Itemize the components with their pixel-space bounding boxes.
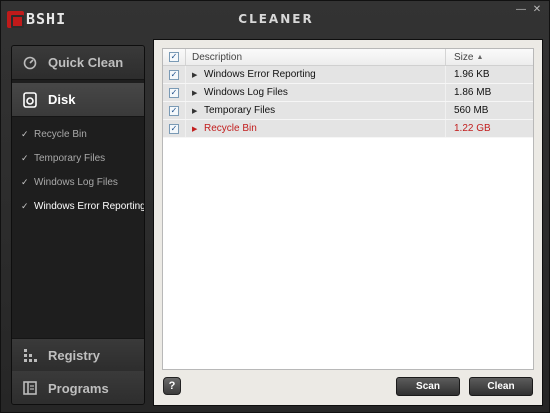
table-row[interactable]: ✓ ▶ Temporary Files 560 MB	[163, 102, 533, 120]
row-checkbox-cell: ✓	[163, 69, 185, 80]
main-panel: ✓ Description Size ▲ ✓ ▶ Windows Error R…	[153, 39, 543, 406]
disk-item-label: Recycle Bin	[34, 128, 87, 140]
column-description-label: Description	[192, 51, 243, 63]
sort-ascending-icon: ▲	[476, 53, 484, 61]
nav-label: Quick Clean	[48, 55, 124, 70]
nav-label: Programs	[48, 380, 109, 396]
scan-button[interactable]: Scan	[396, 377, 460, 396]
app-window: BSHI CLEANER — ✕ Quick Clean Disk ✓ Recy…	[0, 0, 550, 413]
column-size[interactable]: Size ▲	[445, 49, 533, 65]
row-checkbox-cell: ✓	[163, 105, 185, 116]
row-checkbox-cell: ✓	[163, 123, 185, 134]
select-all-checkbox[interactable]: ✓	[169, 52, 179, 62]
expand-arrow-icon[interactable]: ▶	[192, 71, 204, 79]
table-row[interactable]: ✓ ▶ Windows Log Files 1.86 MB	[163, 84, 533, 102]
clean-button[interactable]: Clean	[469, 377, 533, 396]
disk-item-temporary-files[interactable]: ✓ Temporary Files	[12, 146, 144, 170]
row-checkbox[interactable]: ✓	[169, 69, 179, 80]
row-checkbox[interactable]: ✓	[169, 105, 179, 116]
minimize-icon[interactable]: —	[515, 5, 527, 15]
row-size-cell: 1.22 GB	[445, 120, 533, 137]
check-icon: ✓	[21, 128, 29, 139]
disk-icon	[22, 91, 38, 108]
table-header: ✓ Description Size ▲	[163, 49, 533, 66]
disk-item-label: Temporary Files	[34, 152, 106, 164]
close-icon[interactable]: ✕	[531, 5, 543, 15]
title-bar[interactable]: BSHI CLEANER — ✕	[1, 1, 550, 37]
column-size-label: Size	[454, 51, 474, 63]
row-checkbox[interactable]: ✓	[169, 123, 179, 134]
select-all-cell: ✓	[163, 52, 185, 62]
nav-registry[interactable]: Registry	[12, 338, 144, 372]
row-description: Windows Error Reporting	[204, 69, 316, 80]
row-size: 1.86 MB	[454, 87, 492, 98]
disk-item-windows-log-files[interactable]: ✓ Windows Log Files	[12, 170, 144, 194]
row-size: 560 MB	[454, 105, 489, 116]
disk-item-windows-error-reporting[interactable]: ✓ Windows Error Reporting	[12, 194, 145, 218]
check-icon: ✓	[21, 176, 29, 187]
programs-icon	[22, 380, 38, 396]
nav-quick-clean[interactable]: Quick Clean	[12, 46, 144, 80]
row-checkbox-cell: ✓	[163, 87, 185, 98]
row-size-cell: 1.86 MB	[445, 84, 533, 101]
expand-arrow-icon[interactable]: ▶	[192, 89, 204, 97]
window-controls: — ✕	[515, 5, 543, 15]
nav-label: Registry	[48, 347, 101, 363]
disk-item-label: Windows Error Reporting	[34, 200, 145, 212]
expand-arrow-icon[interactable]: ▶	[192, 107, 204, 115]
disk-item-label: Windows Log Files	[34, 176, 118, 188]
nav-disk[interactable]: Disk	[12, 83, 144, 117]
row-checkbox[interactable]: ✓	[169, 87, 179, 98]
sidebar: Quick Clean Disk ✓ Recycle Bin ✓ Tempora…	[11, 45, 145, 405]
row-description-cell: ▶ Windows Log Files	[185, 84, 445, 101]
disk-subitems: ✓ Recycle Bin ✓ Temporary Files ✓ Window…	[12, 122, 145, 218]
table-row[interactable]: ✓ ▶ Recycle Bin 1.22 GB	[163, 120, 533, 138]
check-icon: ✓	[21, 152, 29, 163]
nav-programs[interactable]: Programs	[12, 371, 144, 404]
row-size: 1.96 KB	[454, 69, 490, 80]
row-size: 1.22 GB	[454, 123, 491, 134]
row-size-cell: 1.96 KB	[445, 66, 533, 83]
column-description[interactable]: Description	[185, 49, 445, 65]
row-description: Temporary Files	[204, 105, 276, 116]
registry-icon	[22, 347, 38, 363]
expand-arrow-icon[interactable]: ▶	[192, 125, 204, 133]
results-table: ✓ Description Size ▲ ✓ ▶ Windows Error R…	[162, 48, 534, 370]
row-description: Windows Log Files	[204, 87, 288, 98]
row-description-cell: ▶ Windows Error Reporting	[185, 66, 445, 83]
table-row[interactable]: ✓ ▶ Windows Error Reporting 1.96 KB	[163, 66, 533, 84]
row-size-cell: 560 MB	[445, 102, 533, 119]
row-description: Recycle Bin	[204, 123, 257, 134]
quick-clean-icon	[22, 55, 38, 71]
row-description-cell: ▶ Temporary Files	[185, 102, 445, 119]
nav-label: Disk	[48, 92, 76, 107]
app-title: CLEANER	[238, 12, 314, 26]
row-description-cell: ▶ Recycle Bin	[185, 120, 445, 137]
disk-item-recycle-bin[interactable]: ✓ Recycle Bin	[12, 122, 144, 146]
check-icon: ✓	[21, 200, 29, 211]
help-button[interactable]: ?	[163, 377, 181, 395]
